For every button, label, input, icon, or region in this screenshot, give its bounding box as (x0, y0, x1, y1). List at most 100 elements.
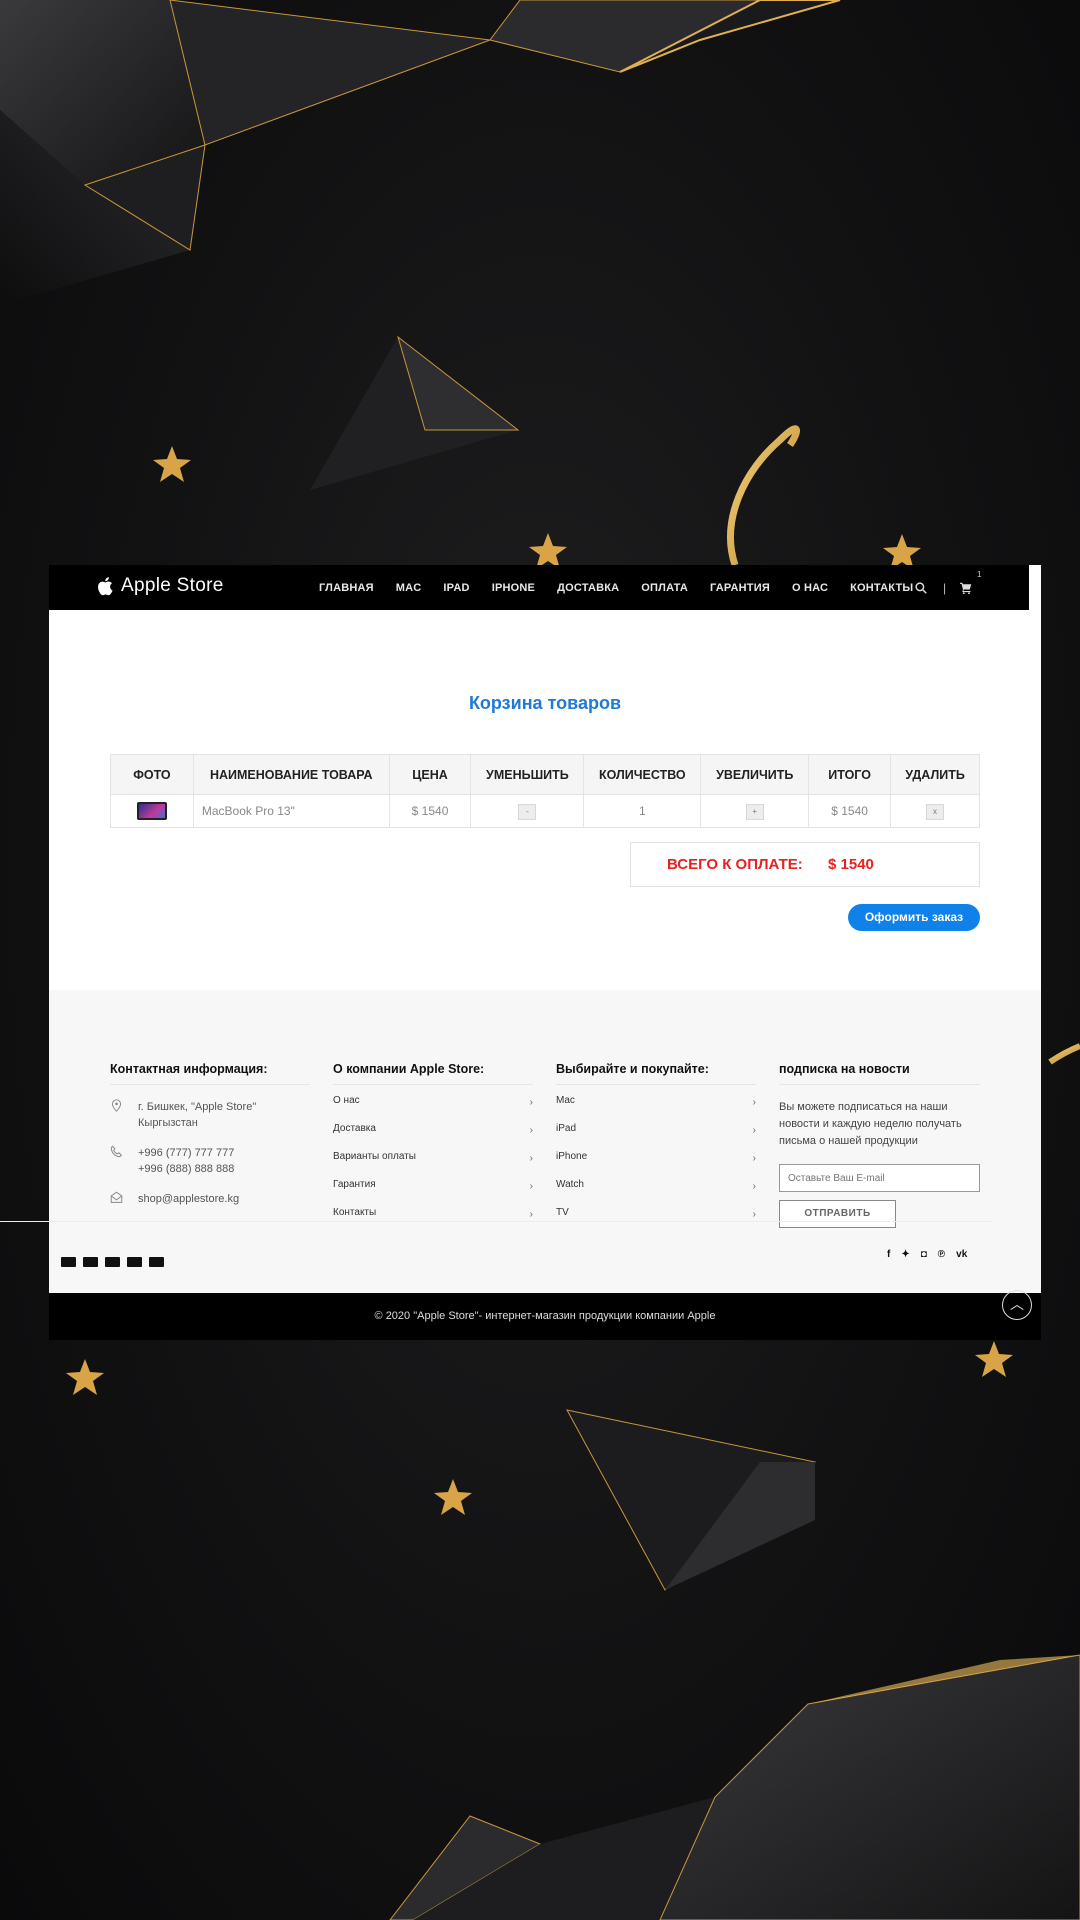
brand-name: Apple Store (121, 575, 224, 596)
column-header-decrease: УМЕНЬШИТЬ (470, 754, 585, 795)
chevron-right-icon: › (529, 1209, 533, 1220)
contact-email-row: shop@applestore.kg (110, 1191, 310, 1209)
footer-subscribe-title: подписка на новости (779, 1062, 980, 1085)
footer-link-label: Гарантия (333, 1179, 376, 1190)
order-total-box: ВСЕГО К ОПЛАТЕ: $ 1540 (630, 842, 980, 887)
footer-shop-links: Mac › iPad › iPhone › Watch › TV › (556, 1085, 756, 1225)
increase-button[interactable]: + (745, 803, 764, 820)
subscribe-email-input[interactable] (779, 1164, 980, 1192)
product-photo-cell (110, 794, 194, 828)
nav-item-about[interactable]: О НАС (792, 582, 828, 594)
star-icon (434, 1479, 472, 1515)
footer-link-about[interactable]: О нас › (333, 1085, 533, 1113)
nav-item-iphone[interactable]: IPHONE (492, 582, 535, 594)
brand-logo[interactable]: Apple Store (97, 575, 224, 597)
ribbon-shape (727, 425, 800, 567)
nav-item-ipad[interactable]: IPAD (443, 582, 469, 594)
polygon-shape (659, 1654, 1080, 1920)
footer-link-label: Доставка (333, 1123, 376, 1134)
increase-cell: + (700, 794, 810, 828)
nav-item-mac[interactable]: MAC (396, 582, 422, 594)
subscribe-button[interactable]: ОТПРАВИТЬ (779, 1200, 896, 1228)
footer-link-label: Контакты (333, 1207, 377, 1218)
chevron-right-icon: › (752, 1153, 756, 1164)
nav-tools: | (915, 565, 972, 610)
mastercard-icon (83, 1257, 98, 1267)
pinterest-icon[interactable]: ℗ (938, 1249, 945, 1260)
column-header-remove: УДАЛИТЬ (890, 754, 980, 795)
twitter-icon[interactable]: ✦ (901, 1249, 909, 1260)
payment-methods (61, 1257, 171, 1267)
checkout-button[interactable]: Оформить заказ (848, 904, 980, 931)
column-header-photo: ФОТО (110, 754, 194, 795)
cart-count-badge: 1 (977, 570, 982, 579)
product-price: $ 1540 (388, 794, 472, 828)
footer-link-mac[interactable]: Mac › (556, 1085, 756, 1113)
vk-icon[interactable]: vk (956, 1249, 967, 1260)
column-header-quantity: КОЛИЧЕСТВО (583, 754, 702, 795)
footer-link-ipad[interactable]: iPad › (556, 1113, 756, 1141)
copyright-bar: © 2020 "Apple Store"- интернет-магазин п… (49, 1293, 1041, 1340)
nav-item-home[interactable]: ГЛАВНАЯ (319, 582, 374, 594)
search-icon[interactable] (915, 581, 927, 594)
column-header-increase: УВЕЛИЧИТЬ (700, 754, 810, 795)
star-icon (153, 446, 191, 482)
polygon-shape (489, 0, 761, 73)
instagram-icon[interactable]: ◘ (921, 1249, 927, 1260)
nav-separator: | (943, 580, 947, 595)
facebook-icon[interactable]: f (887, 1249, 890, 1260)
footer: Контактная информация: г. Бишкек, "Apple… (49, 990, 1041, 1318)
chevron-right-icon: › (752, 1097, 756, 1108)
footer-about-links: О нас › Доставка › Варианты оплаты › Гарант… (333, 1085, 533, 1225)
chevron-right-icon: › (529, 1153, 533, 1164)
contact-address: г. Бишкек, "Apple Store" Кыргызстан (138, 1101, 257, 1129)
footer-link-iphone[interactable]: iPhone › (556, 1141, 756, 1169)
remove-cell: x (890, 794, 980, 828)
table-row: MacBook Pro 13" $ 1540 - 1 + $ 1540 x (110, 794, 980, 828)
footer-about-title: О компании Apple Store: (333, 1062, 533, 1085)
decrease-button[interactable]: - (518, 803, 537, 820)
amex-icon (127, 1257, 142, 1267)
star-icon (529, 533, 567, 569)
product-quantity: 1 (583, 794, 702, 828)
footer-link-payment[interactable]: Варианты оплаты › (333, 1141, 533, 1169)
nav-item-payment[interactable]: ОПЛАТА (641, 582, 688, 594)
column-header-name: НАИМЕНОВАНИЕ ТОВАРА (192, 754, 390, 795)
phone-icon (110, 1145, 138, 1177)
contact-email[interactable]: shop@applestore.kg (138, 1191, 239, 1209)
footer-link-watch[interactable]: Watch › (556, 1169, 756, 1197)
footer-shop-title: Выбирайте и покупайте: (556, 1062, 756, 1085)
chevron-right-icon: › (529, 1097, 533, 1108)
footer-link-label: iPhone (556, 1151, 588, 1162)
mail-icon (110, 1191, 138, 1209)
nav-item-contacts[interactable]: КОНТАКТЫ (850, 582, 913, 594)
nav-item-warranty[interactable]: ГАРАНТИЯ (710, 582, 770, 594)
visa-icon (61, 1257, 76, 1267)
stripe-icon (149, 1257, 164, 1267)
remove-button[interactable]: x (926, 803, 945, 820)
footer-contact-column: Контактная информация: г. Бишкек, "Apple… (110, 1062, 310, 1209)
ribbon-shape (1048, 1043, 1080, 1065)
column-header-total: ИТОГО (808, 754, 892, 795)
scroll-to-top-icon[interactable]: ︿ (1002, 1290, 1032, 1320)
chevron-right-icon: › (529, 1125, 533, 1136)
social-links: f ✦ ◘ ℗ vk (887, 1249, 978, 1260)
column-header-price: ЦЕНА (388, 754, 472, 795)
cart-table: ФОТО НАИМЕНОВАНИЕ ТОВАРА ЦЕНА УМЕНЬШИТЬ … (110, 754, 980, 828)
footer-link-warranty[interactable]: Гарантия › (333, 1169, 533, 1197)
product-name[interactable]: MacBook Pro 13" (192, 794, 390, 828)
cart-icon[interactable] (960, 582, 972, 594)
chevron-right-icon: › (752, 1181, 756, 1192)
footer-link-delivery[interactable]: Доставка › (333, 1113, 533, 1141)
total-value: $ 1540 (828, 856, 874, 873)
chevron-right-icon: › (752, 1125, 756, 1136)
product-total: $ 1540 (808, 794, 892, 828)
footer-about-column: О компании Apple Store: О нас › Доставка ›… (333, 1062, 533, 1225)
contact-phone-1[interactable]: +996 (777) 777 777 (138, 1145, 234, 1161)
nav-item-delivery[interactable]: ДОСТАВКА (557, 582, 619, 594)
paypal-icon (105, 1257, 120, 1267)
product-thumbnail[interactable] (136, 802, 167, 820)
footer-shop-column: Выбирайте и покупайте: Mac › iPad › iPhone… (556, 1062, 756, 1225)
main-nav: ГЛАВНАЯ MAC IPAD IPHONE ДОСТАВКА ОПЛАТА … (319, 565, 935, 610)
contact-phone-2[interactable]: +996 (888) 888 888 (138, 1161, 234, 1177)
